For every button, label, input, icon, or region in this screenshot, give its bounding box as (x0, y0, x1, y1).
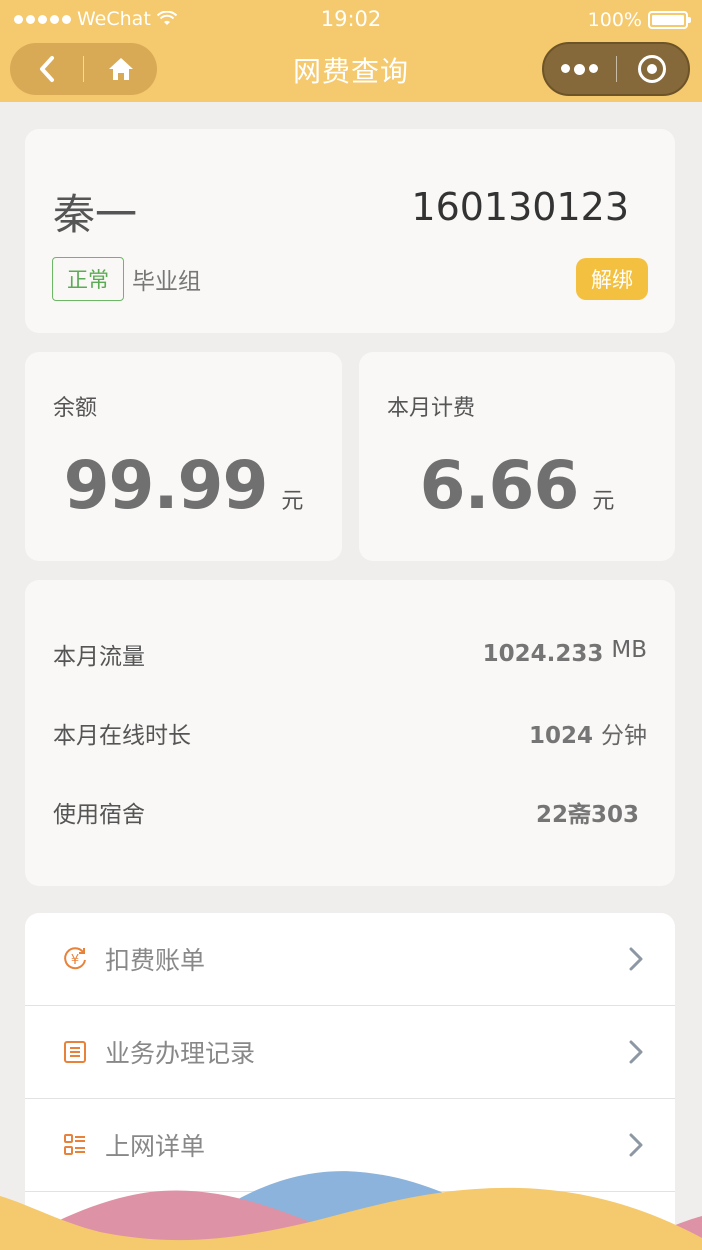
monthly-fee-value-group: 6.66 元 (359, 447, 675, 524)
online-time-label: 本月在线时长 (53, 723, 191, 749)
more-dots-icon (561, 63, 599, 75)
battery-icon (648, 11, 691, 29)
menu-item-label: 业务办理记录 (105, 1039, 256, 1068)
traffic-value-group: 1024.233 MB (482, 637, 647, 667)
dorm-value-group: 22斋303 (536, 795, 639, 829)
balance-card: 余额 99.99 元 (25, 352, 342, 561)
balance-amount: 99.99 (63, 447, 269, 524)
menu-item-label: 上网详单 (105, 1132, 206, 1161)
status-bar: WeChat 19:02 100% (0, 0, 702, 40)
balance-label: 余额 (53, 396, 98, 421)
battery-percent: 100% (587, 9, 642, 31)
dorm-value: 22斋303 (535, 802, 639, 828)
target-circle-icon (638, 55, 667, 83)
online-time-value: 1024 (528, 723, 593, 749)
group-name: 毕业组 (132, 269, 201, 295)
user-info-card: 秦一 160130123 正常 毕业组 解绑 (25, 129, 675, 333)
online-time-row: 本月在线时长 1024 分钟 (53, 715, 647, 751)
monthly-fee-label: 本月计费 (387, 396, 476, 421)
list-detail-icon (62, 1132, 88, 1158)
balance-unit: 元 (281, 489, 304, 514)
dorm-row: 使用宿舍 22斋303 (53, 794, 639, 830)
traffic-label: 本月流量 (53, 644, 145, 670)
more-button[interactable] (544, 44, 616, 94)
chevron-right-icon (629, 1133, 643, 1157)
close-miniprogram-button[interactable] (617, 44, 689, 94)
user-name: 秦一 (53, 190, 138, 239)
chevron-right-icon (629, 947, 643, 971)
nav-capsule-right (542, 42, 690, 96)
traffic-row: 本月流量 1024.233 MB (53, 636, 647, 672)
usage-card: 本月流量 1024.233 MB 本月在线时长 1024 分钟 使用宿舍 22斋… (25, 580, 675, 886)
dorm-label: 使用宿舍 (53, 802, 145, 828)
menu-item-label: 扣费账单 (105, 946, 206, 975)
online-time-value-group: 1024 分钟 (529, 716, 647, 750)
traffic-value: 1024.233 (482, 641, 604, 667)
monthly-fee-card: 本月计费 6.66 元 (359, 352, 675, 561)
record-icon (62, 1039, 88, 1065)
menu-item-billing[interactable]: ¥ 扣费账单 (25, 913, 675, 1006)
monthly-fee-amount: 6.66 (419, 447, 580, 524)
online-time-unit: 分钟 (601, 723, 647, 749)
menu-item-business-records[interactable]: 业务办理记录 (25, 1006, 675, 1099)
balance-value-group: 99.99 元 (25, 447, 342, 524)
yuan-refresh-icon: ¥ (62, 946, 88, 972)
traffic-unit: MB (611, 637, 647, 663)
navigation-bar: 网费查询 (0, 40, 702, 102)
unbind-button[interactable]: 解绑 (576, 258, 648, 300)
svg-text:¥: ¥ (71, 953, 79, 968)
status-badge: 正常 (52, 257, 124, 301)
chevron-right-icon (629, 1040, 643, 1064)
monthly-fee-unit: 元 (592, 489, 615, 514)
student-id: 160130123 (411, 185, 629, 229)
decorative-waves (0, 1171, 702, 1250)
battery-group: 100% (587, 9, 691, 31)
